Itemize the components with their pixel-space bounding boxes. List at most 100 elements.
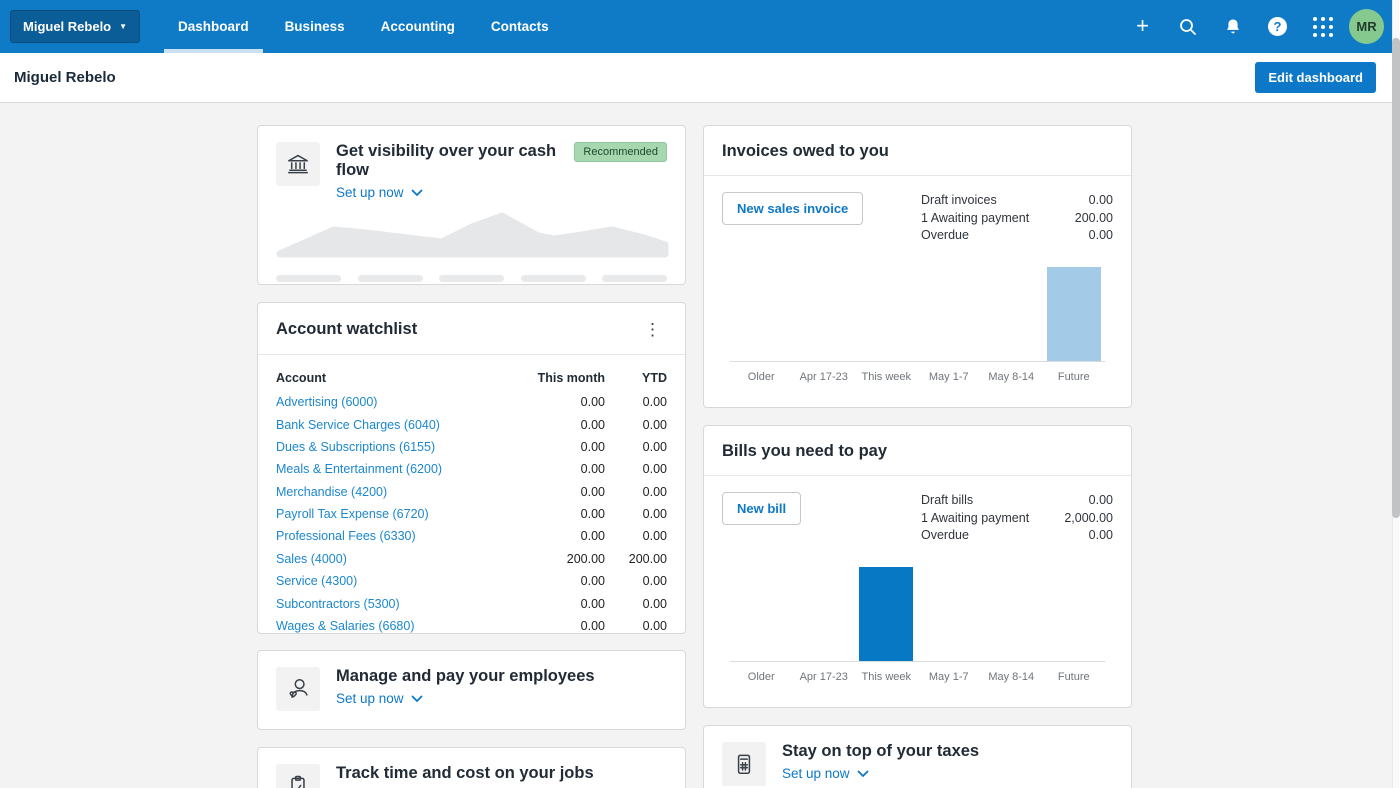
new-bill-button[interactable]: New bill	[722, 492, 802, 525]
chart-slot	[855, 267, 918, 361]
tab-dashboard[interactable]: Dashboard	[160, 0, 267, 53]
account-link[interactable]: Payroll Tax Expense (6720)	[276, 507, 509, 521]
chevron-down-icon	[411, 189, 422, 196]
nav-tabs: Dashboard Business Accounting Contacts	[160, 0, 567, 53]
stat-value: 2,000.00	[1064, 510, 1113, 525]
account-link[interactable]: Wages & Salaries (6680)	[276, 619, 509, 633]
invoices-stats: Draft invoices 0.00 1 Awaiting payment 200.…	[921, 192, 1113, 245]
account-link[interactable]: Sales (4000)	[276, 552, 509, 566]
taxes-text: Stay on top of your taxes Set up now	[782, 742, 1113, 783]
bar-future	[1046, 266, 1101, 361]
chart-axis-labels: Older Apr 17-23 This week May 1-7 May 8-14 Fu…	[730, 362, 1105, 383]
help-button[interactable]: ?	[1259, 8, 1296, 45]
account-watchlist-card: Account watchlist ⋮ Account This month Y…	[257, 302, 686, 634]
stat-value: 200.00	[1074, 210, 1113, 225]
table-row: Service (4300) 0.00 0.00	[276, 570, 667, 592]
chart-slot	[855, 566, 918, 661]
taxes-card: Stay on top of your taxes Set up now	[703, 725, 1132, 788]
account-link[interactable]: Merchandise (4200)	[276, 485, 509, 499]
account-link[interactable]: Professional Fees (6330)	[276, 529, 509, 543]
taxes-card-inner: Stay on top of your taxes Set up now	[704, 726, 1131, 788]
jobs-icon-square	[276, 764, 320, 788]
chart-plot-area	[730, 266, 1106, 362]
edit-dashboard-button[interactable]: Edit dashboard	[1255, 62, 1376, 93]
page-header: Miguel Rebelo Edit dashboard	[0, 53, 1400, 103]
table-row: Professional Fees (6330) 0.00 0.00	[276, 525, 667, 547]
tab-business[interactable]: Business	[267, 0, 363, 53]
nav-actions: + ? MR	[1124, 0, 1400, 53]
invoices-header: Invoices owed to you	[704, 126, 1131, 176]
tab-label: Accounting	[380, 19, 455, 34]
bank-icon-square	[276, 142, 320, 186]
create-new-button[interactable]: +	[1124, 8, 1161, 45]
org-name: Miguel Rebelo	[23, 19, 112, 34]
search-button[interactable]	[1169, 8, 1206, 45]
chart-slot	[1043, 266, 1106, 361]
this-month-value: 0.00	[580, 484, 605, 499]
axis-label: This week	[861, 670, 912, 683]
search-icon	[1179, 18, 1196, 35]
axis-label: May 1-7	[928, 370, 969, 383]
account-link[interactable]: Dues & Subscriptions (6155)	[276, 440, 509, 454]
apps-menu-button[interactable]	[1304, 8, 1341, 45]
invoices-chart: Older Apr 17-23 This week May 1-7 May 8-14 Fu…	[722, 266, 1113, 383]
table-row: Subcontractors (5300) 0.00 0.00	[276, 592, 667, 614]
notifications-button[interactable]	[1214, 8, 1251, 45]
employees-card-inner: Manage and pay your employees Set up now	[258, 651, 685, 727]
chart-slot	[918, 567, 981, 661]
table-row: Payroll Tax Expense (6720) 0.00 0.00	[276, 503, 667, 525]
employees-text: Manage and pay your employees Set up now	[336, 667, 667, 708]
axis-label: Future	[1057, 370, 1090, 383]
clipboard-icon	[291, 775, 305, 788]
cash-flow-setup-link[interactable]: Set up now	[336, 185, 423, 200]
chevron-down-icon	[857, 770, 868, 777]
org-switcher-button[interactable]: Miguel Rebelo ▼	[10, 10, 141, 43]
account-link[interactable]: Bank Service Charges (6040)	[276, 418, 509, 432]
employees-card: Manage and pay your employees Set up now	[257, 650, 686, 730]
axis-label: May 8-14	[988, 370, 1035, 383]
chart-slot	[918, 267, 981, 361]
tab-label: Business	[284, 19, 345, 34]
stat-row: 1 Awaiting payment 2,000.00	[921, 510, 1113, 528]
tab-contacts[interactable]: Contacts	[473, 0, 567, 53]
account-link[interactable]: Advertising (6000)	[276, 395, 509, 409]
stat-row: 1 Awaiting payment 200.00	[921, 210, 1113, 228]
scrollbar-track[interactable]	[1392, 0, 1400, 788]
ytd-value: 0.00	[642, 507, 667, 522]
ytd-value: 0.00	[642, 574, 667, 589]
account-link[interactable]: Meals & Entertainment (6200)	[276, 462, 509, 476]
watchlist-title: Account watchlist	[276, 320, 418, 338]
taxes-setup-link[interactable]: Set up now	[782, 766, 869, 781]
this-month-value: 0.00	[580, 618, 605, 633]
cash-flow-title: Get visibility over your cash flow	[336, 142, 557, 179]
chart-slot	[1043, 567, 1106, 661]
this-month-value: 0.00	[580, 439, 605, 454]
invoices-body: New sales invoice Draft invoices 0.00 1 Aw…	[704, 176, 1131, 401]
account-link[interactable]: Subcontractors (5300)	[276, 597, 509, 611]
axis-label: May 8-14	[988, 670, 1035, 683]
avatar-initials: MR	[1356, 19, 1377, 34]
stat-row: Overdue 0.00	[921, 227, 1113, 245]
this-month-value: 0.00	[580, 395, 605, 410]
tab-accounting[interactable]: Accounting	[363, 0, 473, 53]
account-link[interactable]: Service (4300)	[276, 574, 509, 588]
person-heart-icon	[289, 679, 308, 698]
bills-title: Bills you need to pay	[722, 442, 888, 460]
this-month-value: 0.00	[580, 417, 605, 432]
employees-setup-link[interactable]: Set up now	[336, 691, 423, 706]
axis-label: May 1-7	[928, 670, 969, 683]
kebab-menu-icon[interactable]: ⋮	[638, 319, 667, 340]
column-account: Account	[276, 371, 326, 385]
table-row: Dues & Subscriptions (6155) 0.00 0.00	[276, 436, 667, 458]
chart-slot	[730, 267, 793, 361]
user-avatar[interactable]: MR	[1349, 9, 1384, 44]
new-sales-invoice-button[interactable]: New sales invoice	[722, 192, 864, 225]
scrollbar-thumb[interactable]	[1392, 38, 1400, 518]
this-month-value: 0.00	[580, 507, 605, 522]
chevron-down-icon	[411, 695, 422, 702]
chart-slot	[980, 567, 1043, 661]
stat-value: 0.00	[1088, 193, 1113, 207]
stat-label: 1 Awaiting payment	[921, 510, 1030, 525]
jobs-title: Track time and cost on your jobs	[336, 764, 594, 782]
setup-link-label: Set up now	[782, 766, 850, 781]
